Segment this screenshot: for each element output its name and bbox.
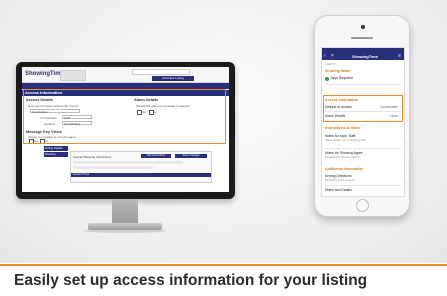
desktop-logo: ShowingTime — [25, 71, 64, 77]
notes-details-label[interactable]: Notes and Details — [325, 188, 352, 192]
desktop-search-input[interactable] — [132, 69, 190, 75]
chevron-right-icon: › — [400, 176, 402, 180]
divider — [325, 84, 401, 85]
desktop-top-bar: ShowingTime Add New Listing — [22, 67, 229, 83]
menu-icon[interactable]: ≡ — [398, 53, 401, 60]
desktop-screen: ShowingTime Add New Listing Access Infor… — [22, 67, 229, 192]
side-item-showing-instructions[interactable]: Showing Instructions — [44, 152, 68, 161]
driving-directions-label[interactable]: Driving Directions — [325, 174, 352, 178]
instructions-heading: Instructions & Notes — [325, 126, 361, 130]
mobile-phone: ‹ × ShowingTime ≡ AGENT Showing Mode App… — [314, 15, 410, 217]
close-icon[interactable]: × — [331, 53, 334, 60]
caption-accent-line — [0, 264, 447, 266]
caption-text: Easily set up access information for you… — [14, 272, 368, 289]
divider — [325, 148, 401, 149]
driving-directions-sub: Directions to the property — [325, 179, 356, 182]
divider — [325, 185, 401, 186]
additional-info-heading: Additional Information — [325, 167, 364, 171]
monitor-stand — [88, 223, 162, 230]
chevron-right-icon: › — [400, 76, 402, 80]
desktop-tab[interactable] — [60, 70, 86, 81]
notes-showing-agent-sub: Displayed to showing agents — [325, 156, 360, 159]
agent-label: AGENT — [325, 62, 336, 66]
notes-appt-staff-sub: Notes shown only to showing staff — [325, 139, 366, 142]
access-information-highlight — [323, 95, 403, 122]
access-times-bar: Access Times — [71, 173, 211, 177]
desktop-monitor: ShowingTime Add New Listing Access Infor… — [16, 62, 235, 199]
add-instructions-button[interactable]: Add Instructions — [141, 154, 171, 158]
showing-mode-item[interactable]: Appt Required — [331, 76, 353, 80]
phone-nav-bar: ‹ × ShowingTime ≡ — [322, 53, 404, 60]
phone-logo: ShowingTime — [352, 54, 378, 59]
phone-speaker — [351, 37, 373, 39]
chevron-right-icon: › — [400, 153, 402, 157]
instructions-row — [73, 161, 183, 164]
chevron-right-icon: › — [400, 136, 402, 140]
showing-mode-heading: Showing Mode — [325, 69, 351, 73]
add-listing-button[interactable]: Add New Listing — [152, 76, 194, 81]
phone-screen: ‹ × ShowingTime ≡ AGENT Showing Mode App… — [321, 47, 405, 197]
notes-appt-staff-label[interactable]: Notes for Appt. Staff — [325, 134, 355, 138]
access-section-highlight — [23, 89, 226, 144]
back-arrow-icon[interactable]: ‹ — [324, 53, 326, 60]
notes-showing-agent-label[interactable]: Notes for Showing Agent — [325, 151, 362, 155]
instructions-panel-title: Special Showing Instructions — [73, 155, 112, 159]
instructions-panel: Special Showing Instructions Add Instruc… — [70, 151, 212, 183]
save-changes-button[interactable]: Save Changes — [175, 154, 207, 158]
side-item-listing-details[interactable]: Listing Details — [44, 146, 68, 151]
phone-home-button — [356, 199, 369, 212]
access-times-label: Access Times — [73, 173, 89, 176]
status-dot-icon — [325, 77, 329, 81]
chevron-right-icon: › — [400, 188, 402, 192]
phone-camera — [361, 25, 365, 29]
monitor-neck — [112, 199, 138, 225]
instructions-row — [73, 166, 153, 169]
